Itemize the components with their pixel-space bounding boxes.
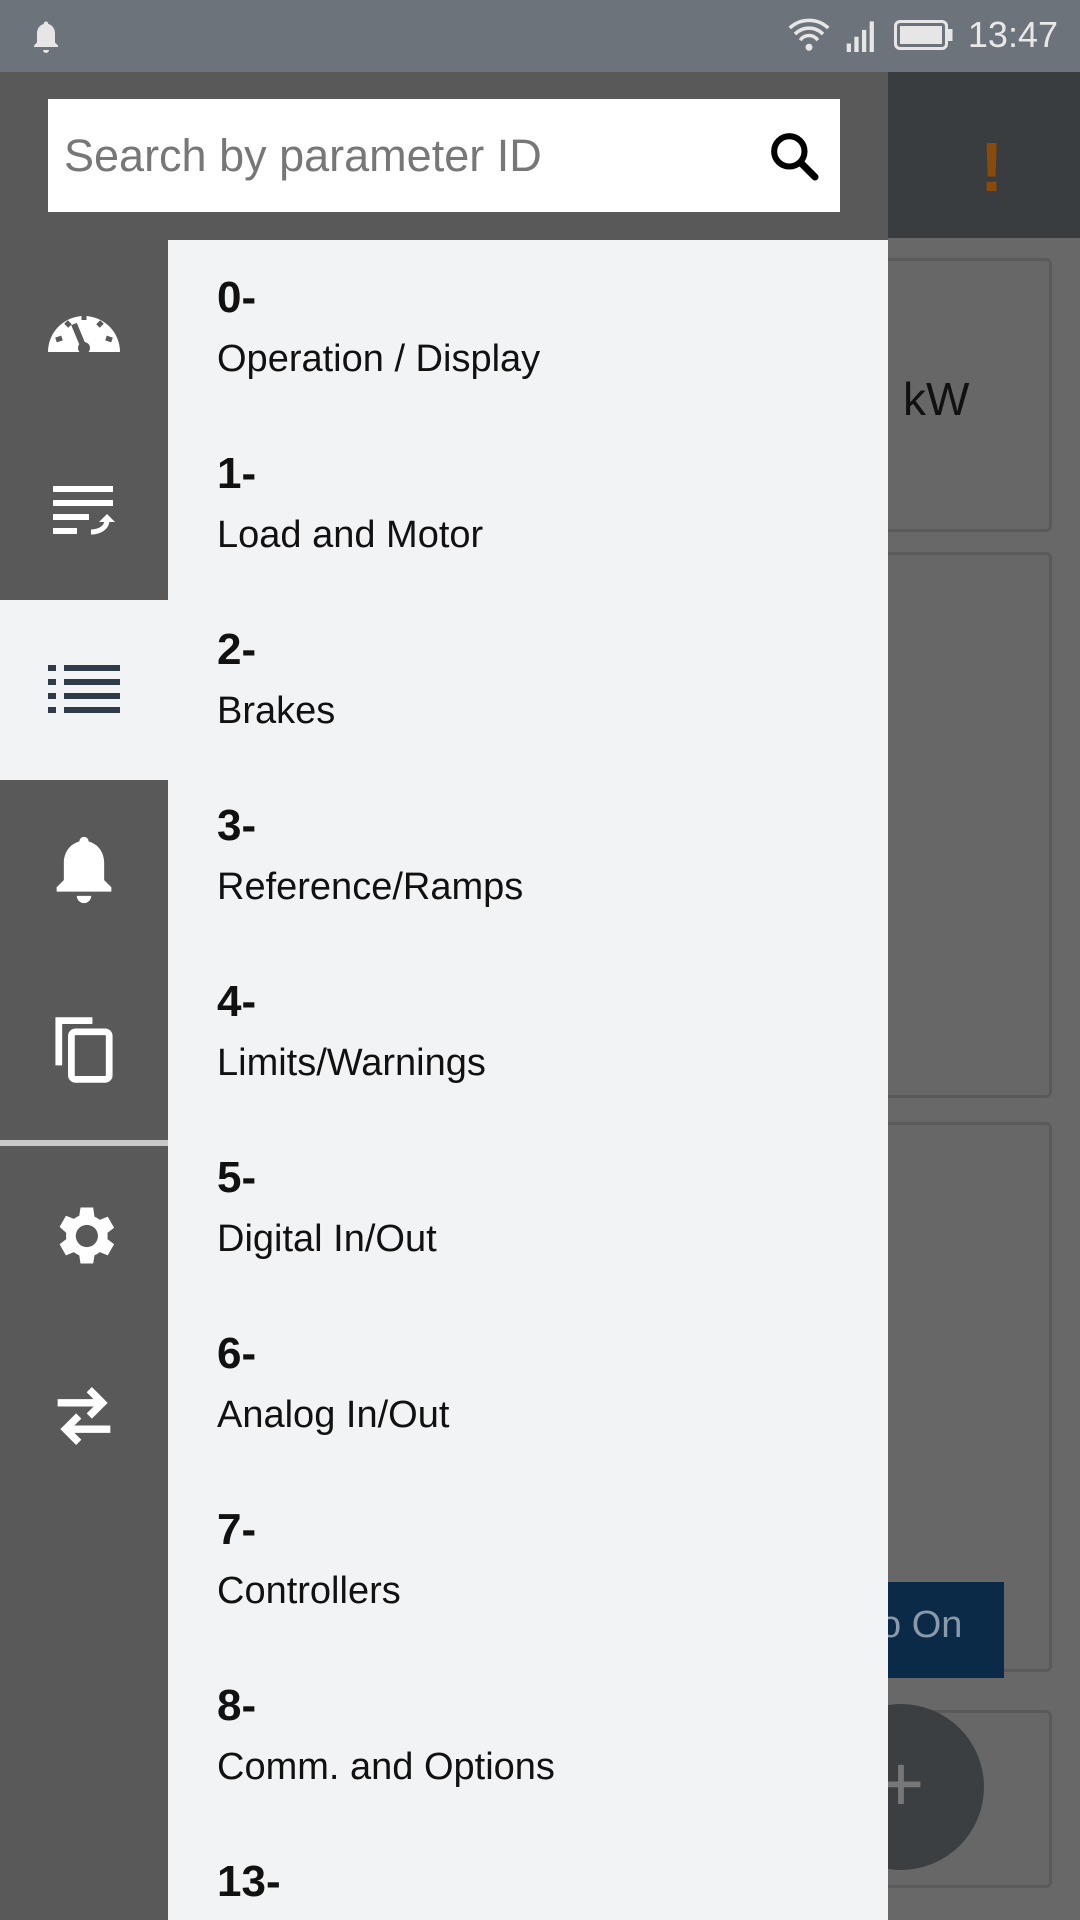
parameter-group-item[interactable]: 1- Load and Motor — [168, 416, 888, 592]
search-icon[interactable] — [766, 128, 822, 184]
group-label: Digital In/Out — [217, 1218, 437, 1260]
parameter-group-list: 0- Operation / Display 1- Load and Motor 2- B… — [168, 240, 888, 1920]
group-number: 8- — [217, 1681, 257, 1730]
group-label: Operation / Display — [217, 338, 541, 380]
gauge-icon — [48, 314, 120, 354]
group-number: 5- — [217, 1153, 257, 1202]
group-label: Comm. and Options — [217, 1746, 555, 1788]
rail-item-dashboard[interactable] — [0, 240, 168, 420]
group-number: 6- — [217, 1329, 257, 1378]
group-label: Analog In/Out — [217, 1394, 450, 1436]
rail-item-alarms[interactable] — [0, 780, 168, 960]
rail-item-parameters[interactable] — [0, 600, 168, 780]
status-time: 13:47 — [967, 14, 1058, 55]
parameter-group-item[interactable]: 13- — [168, 1824, 888, 1906]
rail-item-transfer[interactable] — [0, 1326, 168, 1506]
gear-icon — [59, 1207, 115, 1264]
parameter-group-item[interactable]: 8- Comm. and Options — [168, 1648, 888, 1824]
group-number: 2- — [217, 625, 257, 674]
parameter-group-item[interactable]: 4- Limits/Warnings — [168, 944, 888, 1120]
list-icon — [48, 665, 120, 713]
sort-list-icon — [53, 486, 115, 535]
swap-icon — [57, 1387, 111, 1445]
group-number: 7- — [217, 1505, 257, 1554]
rail-item-copy[interactable] — [0, 960, 168, 1140]
search-input[interactable] — [64, 129, 766, 182]
group-number: 3- — [217, 801, 257, 850]
navigation-drawer: 0- Operation / Display 1- Load and Motor 2- B… — [0, 72, 888, 1920]
search-box — [48, 99, 840, 212]
bell-icon — [56, 836, 112, 904]
parameter-group-item[interactable]: 2- Brakes — [168, 592, 888, 768]
parameter-group-item[interactable]: 0- Operation / Display — [168, 240, 888, 416]
notification-bell-icon — [34, 21, 58, 53]
group-number: 4- — [217, 977, 257, 1026]
copy-icon — [55, 1017, 113, 1083]
group-label: Brakes — [217, 690, 336, 732]
signal-icon — [846, 21, 874, 52]
parameter-group-item[interactable]: 7- Controllers — [168, 1472, 888, 1648]
group-label: Limits/Warnings — [217, 1042, 486, 1084]
group-number: 0- — [217, 273, 257, 322]
group-label: Load and Motor — [217, 514, 484, 556]
group-label: Reference/Ramps — [217, 866, 524, 908]
rail-item-settings[interactable] — [0, 1146, 168, 1326]
group-number: 1- — [217, 449, 257, 498]
parameter-group-item[interactable]: 6- Analog In/Out — [168, 1296, 888, 1472]
card — [880, 552, 1052, 1098]
status-bar: 13:47 — [0, 0, 1080, 72]
rail-item-sorted-list[interactable] — [0, 420, 168, 600]
parameter-group-item[interactable]: 5- Digital In/Out — [168, 1120, 888, 1296]
wifi-icon — [788, 18, 830, 51]
unit-label: kW — [903, 373, 970, 425]
battery-icon — [893, 20, 953, 50]
warning-icon[interactable]: ! — [980, 127, 1003, 207]
group-number: 13- — [217, 1857, 281, 1906]
side-rail — [0, 240, 168, 1506]
parameter-group-item[interactable]: 3- Reference/Ramps — [168, 768, 888, 944]
group-label: Controllers — [217, 1570, 401, 1612]
